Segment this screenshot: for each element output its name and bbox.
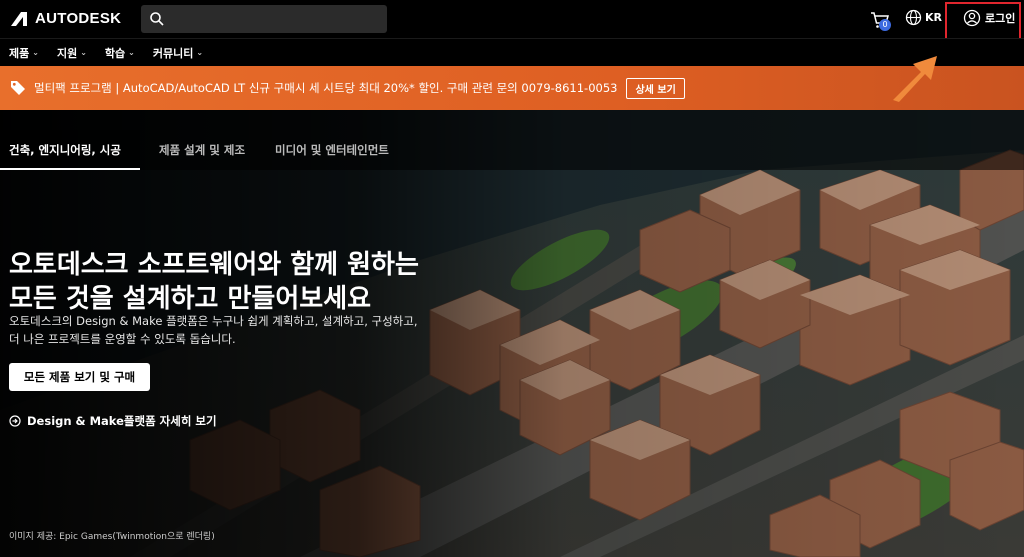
description-line-1: 오토데스크의 Design & Make 플랫폼은 누구나 쉽게 계획하고, 설… xyxy=(9,314,418,328)
promo-details-button[interactable]: 상세 보기 xyxy=(626,77,685,99)
chevron-down-icon: ⌄ xyxy=(32,48,39,57)
arrow-circle-icon xyxy=(9,415,21,427)
search-input[interactable] xyxy=(141,5,387,33)
menu-item-community[interactable]: 커뮤니티 ⌄ xyxy=(153,45,203,61)
language-selector[interactable]: KR xyxy=(905,9,942,26)
menu-item-label: 지원 xyxy=(56,46,78,60)
menu-item-label: 커뮤니티 xyxy=(152,46,194,60)
top-navigation-bar: AUTODESK 0 KR 로그인 xyxy=(0,0,1024,38)
promo-text: 멀티팩 프로그램 | AutoCAD/AutoCAD LT 신규 구매시 세 시… xyxy=(34,81,618,95)
globe-icon xyxy=(905,9,922,26)
hero-headline: 오토데스크 소프트웨어와 함께 원하는 모든 것을 설계하고 만들어보세요 xyxy=(9,248,419,316)
brand-name: AUTODESK xyxy=(35,10,122,27)
tab-product-design[interactable]: 제품 설계 및 제조 xyxy=(149,130,255,170)
learn-more-label: Design & Make플랫폼 자세히 보기 xyxy=(27,414,217,428)
description-line-2: 더 나은 프로젝트를 운영할 수 있도록 돕습니다. xyxy=(9,332,236,346)
industry-tabs: 건축, 엔지니어링, 시공 제품 설계 및 제조 미디어 및 엔터테인먼트 xyxy=(0,130,409,170)
tab-aec[interactable]: 건축, 엔지니어링, 시공 xyxy=(0,130,140,170)
menu-item-label: 학습 xyxy=(104,46,126,60)
view-all-products-button[interactable]: 모든 제품 보기 및 구매 xyxy=(9,363,150,391)
hero-section: 건축, 엔지니어링, 시공 제품 설계 및 제조 미디어 및 엔터테인먼트 오토… xyxy=(0,110,1024,557)
pointer-arrow-icon xyxy=(893,56,937,102)
chevron-down-icon: ⌄ xyxy=(80,48,87,57)
main-menu: 제품 ⌄ 지원 ⌄ 학습 ⌄ 커뮤니티 ⌄ xyxy=(0,38,1024,66)
search-icon xyxy=(150,12,164,26)
menu-item-products[interactable]: 제품 ⌄ xyxy=(9,45,39,61)
menu-item-learning[interactable]: 학습 ⌄ xyxy=(105,45,135,61)
chevron-down-icon: ⌄ xyxy=(128,48,135,57)
promo-banner: 멀티팩 프로그램 | AutoCAD/AutoCAD LT 신규 구매시 세 시… xyxy=(0,66,1024,110)
autodesk-logo-icon xyxy=(11,11,27,26)
menu-item-support[interactable]: 지원 ⌄ xyxy=(57,45,87,61)
headline-line-2: 모든 것을 설계하고 만들어보세요 xyxy=(9,284,372,314)
autodesk-logo[interactable]: AUTODESK xyxy=(9,10,121,27)
menu-item-label: 제품 xyxy=(9,46,30,60)
cart-count-badge: 0 xyxy=(879,19,891,31)
tab-media-entertainment[interactable]: 미디어 및 엔터테인먼트 xyxy=(265,130,399,170)
learn-more-link[interactable]: Design & Make플랫폼 자세히 보기 xyxy=(9,413,217,429)
hero-description: 오토데스크의 Design & Make 플랫폼은 누구나 쉽게 계획하고, 설… xyxy=(9,312,418,348)
language-label: KR xyxy=(925,11,942,24)
tag-icon xyxy=(11,81,25,95)
headline-line-1: 오토데스크 소프트웨어와 함께 원하는 xyxy=(9,250,419,280)
image-credit: 이미지 제공: Epic Games(Twinmotion으로 렌더링) xyxy=(9,532,215,542)
chevron-down-icon: ⌄ xyxy=(196,48,204,57)
